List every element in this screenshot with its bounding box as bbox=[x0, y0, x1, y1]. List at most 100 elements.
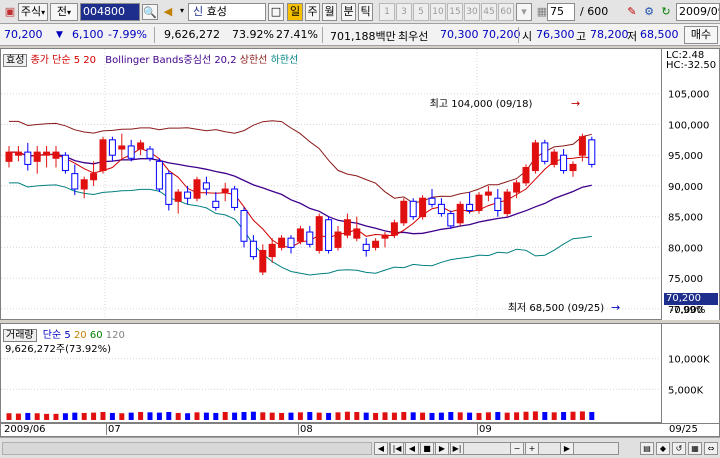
interval-button-3[interactable]: 3 bbox=[396, 3, 412, 21]
price-tick-label: 85,000 bbox=[668, 213, 703, 224]
volume-bar bbox=[551, 412, 557, 420]
low-label: 저 bbox=[627, 30, 638, 43]
stock-name-field[interactable]: 신 효성 bbox=[188, 3, 266, 21]
expand-icon[interactable]: ⇔ bbox=[704, 442, 718, 455]
restore-icon[interactable]: ↺ bbox=[672, 442, 686, 455]
count-input[interactable]: 75 bbox=[547, 3, 575, 21]
date-cursor-label: 09/25 bbox=[669, 424, 698, 435]
step-forward-icon[interactable]: ▶ bbox=[435, 442, 449, 455]
chart-view-icon[interactable]: ▤ bbox=[640, 442, 654, 455]
candle-body bbox=[409, 200, 417, 218]
candle-body bbox=[259, 249, 267, 273]
volume-chart-panel[interactable]: 거래량 단순 5 20 60 120 9,626,272주(73.92%) bbox=[0, 323, 662, 423]
interval-dropdown[interactable]: ▾ bbox=[516, 3, 532, 21]
candle-body bbox=[390, 222, 398, 236]
candle-body bbox=[296, 228, 304, 242]
candle-body bbox=[174, 191, 182, 202]
pause-icon[interactable]: ■ bbox=[420, 442, 434, 455]
volume-axis: 10,000K 5,000K bbox=[662, 323, 720, 423]
interval-button-30[interactable]: 30 bbox=[464, 3, 480, 21]
candle-body bbox=[541, 142, 549, 162]
best-bid: 70,200 bbox=[482, 28, 521, 41]
volume-bar bbox=[185, 413, 191, 420]
speaker-icon[interactable]: ◀ bbox=[160, 4, 176, 20]
day-period-button[interactable]: 일 bbox=[287, 3, 303, 21]
period-button-minute[interactable]: 분 bbox=[341, 3, 356, 21]
interval-button-45[interactable]: 45 bbox=[481, 3, 497, 21]
candle-body bbox=[61, 154, 69, 172]
interval-button-10[interactable]: 10 bbox=[430, 3, 446, 21]
date-axis: 2009/06 07 08 09 09/25 bbox=[0, 423, 720, 437]
volume-bar bbox=[203, 412, 209, 420]
volume-bar bbox=[269, 412, 275, 420]
legend-upper-band: 상한선 bbox=[239, 55, 268, 66]
table-view-icon[interactable]: ▦ bbox=[688, 442, 702, 455]
current-rate-tag: -7.99% bbox=[670, 305, 706, 316]
volume-bar bbox=[542, 412, 548, 420]
chart-mode-icon[interactable]: ◆ bbox=[656, 442, 670, 455]
volume-bar bbox=[6, 413, 12, 420]
interval-button-60[interactable]: 60 bbox=[498, 3, 514, 21]
date-label-june: 2009/06 bbox=[4, 424, 46, 435]
scroll-right-icon[interactable]: ▶ bbox=[560, 442, 574, 455]
volume-bar bbox=[72, 412, 78, 420]
volume-bar bbox=[250, 411, 256, 420]
interval-button-1[interactable]: 1 bbox=[379, 3, 395, 21]
period-button-month[interactable]: 월 bbox=[322, 3, 337, 21]
refresh-icon[interactable]: ↻ bbox=[658, 4, 674, 20]
divider bbox=[322, 27, 323, 43]
stock-info-button[interactable]: □ bbox=[268, 3, 284, 21]
date-input[interactable]: 2009/09 bbox=[676, 3, 720, 21]
code-input[interactable]: 004800 bbox=[80, 3, 140, 21]
period-button-week[interactable]: 주 bbox=[305, 3, 320, 21]
settings-icon[interactable]: ⚙ bbox=[641, 4, 657, 20]
volume-bar bbox=[91, 412, 97, 420]
chevron-down-icon: ▾ bbox=[67, 8, 72, 17]
candle-body bbox=[155, 160, 163, 190]
scroll-track[interactable] bbox=[2, 442, 372, 455]
zoom-in-icon[interactable]: + bbox=[525, 442, 539, 455]
volume-bar bbox=[326, 412, 332, 420]
chevron-down-icon[interactable]: ▾ bbox=[178, 3, 186, 21]
candle-body bbox=[494, 197, 502, 212]
price-tick-label: 100,000 bbox=[668, 120, 709, 131]
market-select-label: 전 bbox=[56, 5, 68, 18]
jump-first-icon[interactable]: |◀ bbox=[390, 442, 404, 455]
candle-body bbox=[306, 231, 314, 245]
buy-button[interactable]: 매수 bbox=[684, 26, 718, 44]
search-icon[interactable]: 🔍 bbox=[142, 4, 158, 20]
jump-last-icon[interactable]: ▶| bbox=[450, 442, 464, 455]
scroll-left-icon[interactable]: ◀ bbox=[374, 442, 388, 455]
volume-bar bbox=[504, 412, 510, 420]
volume-bar bbox=[373, 412, 379, 420]
volume-bar bbox=[514, 412, 520, 420]
volume-bar bbox=[138, 412, 144, 420]
type-select[interactable]: 주식▾ bbox=[18, 3, 48, 21]
interval-button-15[interactable]: 15 bbox=[447, 3, 463, 21]
candle-body bbox=[372, 240, 380, 248]
candle-body bbox=[52, 151, 60, 159]
candle-body bbox=[231, 188, 239, 208]
market-select[interactable]: 전▾ bbox=[50, 3, 78, 21]
volume-bar bbox=[570, 411, 576, 420]
candle-body bbox=[99, 139, 107, 172]
quote-bar: 70,200 ▼ 6,100 -7.99% 9,626,272 73.92% 2… bbox=[0, 24, 720, 46]
candle-body bbox=[278, 237, 286, 248]
tools-icon[interactable]: ✎ bbox=[624, 4, 640, 20]
volume-bar bbox=[297, 412, 303, 420]
interval-button-5[interactable]: 5 bbox=[413, 3, 429, 21]
step-back-icon[interactable]: ◀ bbox=[405, 442, 419, 455]
candle-body bbox=[531, 142, 539, 172]
price-chart[interactable]: 최고 104,000 (09/18) → 최저 68,500 (09/25) → bbox=[1, 49, 661, 319]
volume-tick-labels: 10,000K 5,000K bbox=[668, 355, 710, 397]
chart-type-icon[interactable]: ▣ bbox=[2, 4, 18, 20]
candle-body bbox=[202, 182, 210, 190]
zoom-out-icon[interactable]: − bbox=[510, 442, 524, 455]
price-chart-panel[interactable]: 최고 104,000 (09/18) → 최저 68,500 (09/25) →… bbox=[0, 48, 662, 320]
candle-body bbox=[362, 243, 370, 251]
high-arrow-icon: → bbox=[571, 97, 580, 110]
low-arrow-icon: → bbox=[611, 301, 620, 314]
period-button-tick[interactable]: 틱 bbox=[358, 3, 373, 21]
candle-body bbox=[456, 203, 464, 224]
legend-stock[interactable]: 효성 bbox=[3, 54, 28, 67]
